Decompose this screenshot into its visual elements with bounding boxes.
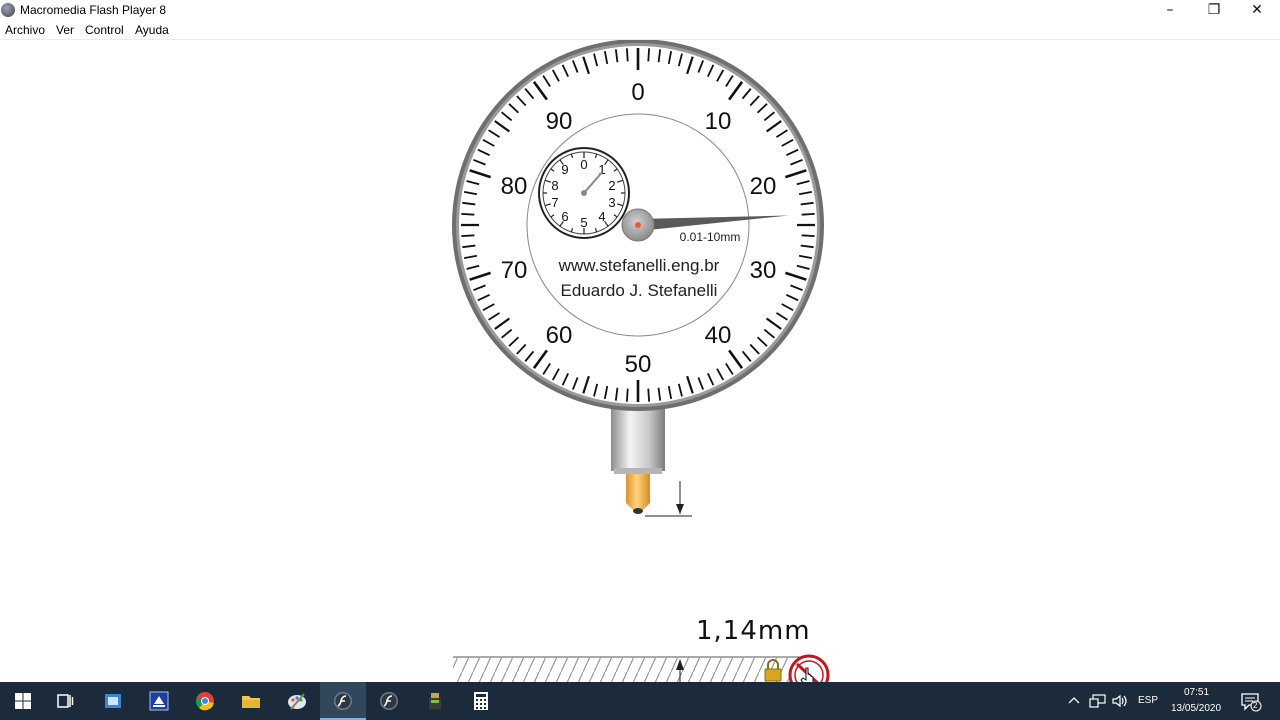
range-label: 0.01-10mm xyxy=(680,230,741,244)
dial-label-30: 30 xyxy=(750,257,777,284)
small-label-9: 9 xyxy=(561,162,568,177)
small-label-4: 4 xyxy=(598,209,605,224)
clock-time[interactable]: 07:51 xyxy=(1184,687,1209,698)
menu-control[interactable]: Control xyxy=(85,23,124,37)
website-label: www.stefanelli.eng.br xyxy=(558,256,720,275)
dial-label-0: 0 xyxy=(631,79,644,106)
title-bar: Macromedia Flash Player 8 – ❐ ✕ xyxy=(0,0,1280,21)
dial-label-20: 20 xyxy=(750,173,777,200)
stem-collar xyxy=(614,468,662,474)
drag-handle-icon[interactable] xyxy=(788,654,830,682)
window-title: Macromedia Flash Player 8 xyxy=(20,3,167,17)
taskbar: ESP 07:51 13/05/2020 2 xyxy=(0,682,1280,720)
notification-count: 2 xyxy=(1253,701,1258,710)
small-label-6: 6 xyxy=(561,209,568,224)
outlook-button[interactable] xyxy=(90,682,136,720)
restore-button[interactable]: ❐ xyxy=(1191,0,1237,21)
menu-archivo[interactable]: Archivo xyxy=(5,23,45,37)
calculator-icon xyxy=(474,692,488,710)
volume-icon[interactable] xyxy=(1111,693,1129,709)
menu-bar: Archivo Ver Control Ayuda xyxy=(0,21,1280,40)
dial-tick xyxy=(461,234,475,238)
chrome-icon xyxy=(195,692,214,711)
small-label-8: 8 xyxy=(551,178,558,193)
tools-icon xyxy=(429,693,441,709)
flash-app-icon xyxy=(1,3,15,17)
flash-player-icon-2 xyxy=(380,692,398,710)
scanner-button[interactable] xyxy=(136,682,182,720)
small-label-5: 5 xyxy=(580,215,587,230)
small-label-7: 7 xyxy=(551,195,558,210)
calculator-button[interactable] xyxy=(458,682,504,720)
task-view-button[interactable] xyxy=(42,682,88,720)
close-button[interactable]: ✕ xyxy=(1234,0,1280,21)
gap-arrow-head xyxy=(676,504,684,514)
language-indicator[interactable]: ESP xyxy=(1138,695,1158,706)
base-hatching xyxy=(453,658,793,682)
author-label: Eduardo J. Stefanelli xyxy=(561,281,718,300)
notifications-icon[interactable] xyxy=(1240,692,1262,712)
network-icon[interactable] xyxy=(1089,693,1107,709)
menu-ver[interactable]: Ver xyxy=(56,23,74,37)
minimize-button[interactable]: – xyxy=(1147,0,1193,21)
dial-label-80: 80 xyxy=(501,173,528,200)
flash-player-icon xyxy=(334,692,352,710)
dial-label-10: 10 xyxy=(705,108,732,135)
stem xyxy=(611,403,665,471)
dial-indicator-graphic: 0 10 20 30 40 50 60 70 80 90 0 1 2 3 4 5… xyxy=(452,40,830,682)
outlook-icon xyxy=(105,694,121,708)
dial-tick xyxy=(801,212,815,216)
file-explorer-button[interactable] xyxy=(228,682,274,720)
chrome-button[interactable] xyxy=(182,682,228,720)
small-label-2: 2 xyxy=(608,178,615,193)
dial-tick xyxy=(625,48,629,62)
paint-button[interactable] xyxy=(274,682,320,720)
windows-start-button[interactable] xyxy=(0,682,46,720)
dial-tick xyxy=(647,388,651,402)
paint-icon xyxy=(288,693,306,710)
small-label-3: 3 xyxy=(608,195,615,210)
contact-point xyxy=(626,474,650,510)
scanner-icon xyxy=(149,691,169,711)
clock-date[interactable]: 13/05/2020 xyxy=(1171,703,1221,714)
flash-player-button-2[interactable] xyxy=(366,682,412,720)
measurement-value: 1,14mm xyxy=(696,616,811,646)
dial-label-40: 40 xyxy=(705,322,732,349)
contact-ball xyxy=(633,508,643,514)
tools-button[interactable] xyxy=(412,682,458,720)
windows-start-icon xyxy=(15,693,31,709)
tray-chevron-up-icon[interactable] xyxy=(1068,695,1080,707)
small-label-0: 0 xyxy=(580,157,587,172)
flash-player-button[interactable] xyxy=(320,682,366,720)
task-view-icon xyxy=(57,694,74,708)
dial-label-60: 60 xyxy=(546,322,573,349)
dial-tick xyxy=(625,388,629,402)
dial-label-90: 90 xyxy=(546,108,573,135)
dial-tick xyxy=(461,212,475,216)
file-explorer-icon xyxy=(242,696,260,708)
flash-stage: 0 10 20 30 40 50 60 70 80 90 0 1 2 3 4 5… xyxy=(0,40,1280,682)
dial-label-70: 70 xyxy=(501,257,528,284)
dial-label-50: 50 xyxy=(625,351,652,378)
dial-tick xyxy=(647,48,651,62)
dial-tick xyxy=(801,234,815,238)
menu-ayuda[interactable]: Ayuda xyxy=(135,23,169,37)
hub-center-dot xyxy=(635,222,641,228)
